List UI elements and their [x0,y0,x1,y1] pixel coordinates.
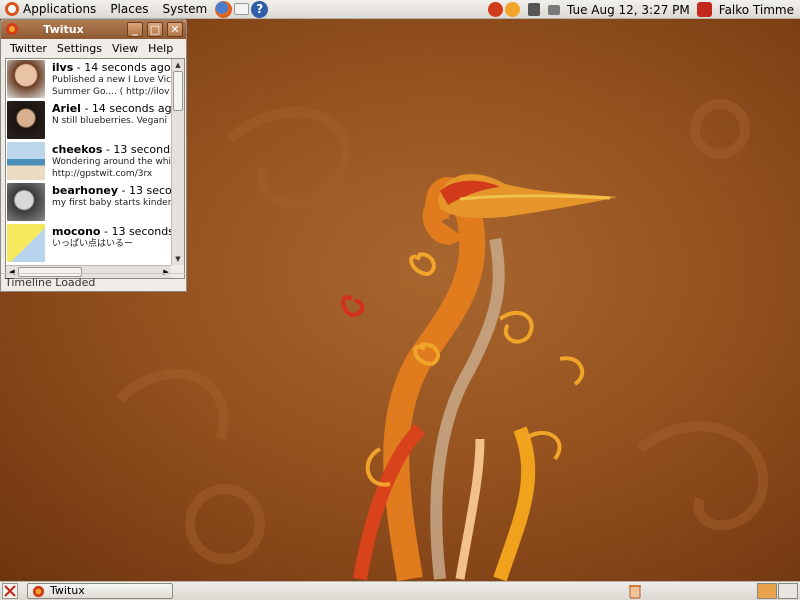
minimize-button[interactable]: _ [127,22,143,37]
ubuntu-logo-icon [5,2,19,16]
menu-settings[interactable]: Settings [52,42,107,55]
scroll-up-arrow-icon[interactable]: ▲ [172,59,184,71]
vertical-scroll-thumb[interactable] [173,71,183,111]
tweet-username[interactable]: bearhoney [52,184,118,197]
vertical-scrollbar[interactable]: ▲ ▼ [171,59,184,265]
window-titlebar[interactable]: Twitux _ □ ✕ [1,20,186,39]
tweet-text: いっぱい点はいるー [52,239,134,249]
workspace-switcher[interactable] [756,583,798,599]
volume-icon[interactable] [547,4,560,15]
places-menu-label: Places [110,2,149,16]
tweet-username[interactable]: ilvs [52,61,73,74]
tweet-time: - 13 second [121,184,172,197]
tweet-time: - 13 seconds [102,143,172,156]
twitux-task-icon [32,585,45,598]
system-menu-label: System [162,2,208,16]
trash-icon[interactable] [627,583,643,599]
update-notifier-icon[interactable] [504,2,520,17]
scroll-down-arrow-icon[interactable]: ▼ [172,253,184,265]
tweet-row[interactable]: bearhoney - 13 second my first baby star… [6,182,172,223]
top-panel: Applications Places System ? Tue Aug 12,… [0,0,800,19]
clock[interactable]: Tue Aug 12, 3:27 PM [561,3,696,17]
tweet-row[interactable]: mocono - 13 seconds a いっぱい点はいるー [6,223,172,264]
user-name[interactable]: Falko Timme [713,3,800,17]
firefox-launcher-icon[interactable] [215,0,233,18]
help-launcher-icon[interactable]: ? [251,0,269,18]
tweet-text: my first baby starts kinder [52,198,172,208]
tweet-time: - 14 seconds ago [73,61,171,74]
tweet-row[interactable]: ilvs - 14 seconds ago Published a new I … [6,59,172,100]
mail-launcher-icon[interactable] [234,3,250,15]
tweet-text: Wondering around the whis [52,157,172,167]
timeline-list[interactable]: ilvs - 14 seconds ago Published a new I … [5,58,185,279]
tweet-text-2: Summer Go.... ( http://ilov [52,87,170,97]
twitux-window: Twitux _ □ ✕ Twitter Settings View Help … [0,19,187,292]
applications-menu[interactable]: Applications [0,0,103,19]
window-title: Twitux [43,23,84,36]
tweet-time: - 14 seconds ago [80,102,172,115]
tweet-username[interactable]: mocono [52,225,101,238]
avatar [7,183,45,221]
tweet-text: Published a new I Love Vic [52,75,172,85]
taskbar-button-label: Twitux [50,584,85,597]
avatar [7,101,45,139]
menu-twitter[interactable]: Twitter [5,42,52,55]
tweet-username[interactable]: Ariel [52,102,81,115]
taskbar-button-twitux[interactable]: Twitux [27,583,173,599]
gnome-foot-icon[interactable] [487,2,503,17]
system-menu[interactable]: System [155,0,214,19]
window-menubar: Twitter Settings View Help [1,39,186,57]
tweet-row[interactable]: cheekos - 13 seconds Wondering around th… [6,141,172,182]
show-desktop-icon [4,585,16,597]
applications-menu-label: Applications [23,2,97,16]
quit-icon[interactable] [696,2,712,17]
tweet-time: - 13 seconds a [103,225,172,238]
menu-view[interactable]: View [107,42,143,55]
tweet-row[interactable]: Ariel - 14 seconds ago N still blueberri… [6,100,172,141]
avatar [7,224,45,262]
tweet-username[interactable]: cheekos [52,143,102,156]
places-menu[interactable]: Places [103,0,155,19]
close-button[interactable]: ✕ [167,22,183,37]
tweet-text: N still blueberries. Vegani [52,116,167,126]
bottom-panel: Twitux [0,581,800,600]
maximize-button[interactable]: □ [147,22,163,37]
workspace-1[interactable] [757,583,777,599]
status-bar: Timeline Loaded [1,273,186,291]
show-desktop-button[interactable] [2,583,18,599]
avatar [7,142,45,180]
workspace-2[interactable] [778,583,798,599]
avatar [7,60,45,98]
menu-help[interactable]: Help [143,42,178,55]
network-icon[interactable] [527,3,540,16]
tweet-text-2: http://gpstwit.com/3rx [52,169,153,179]
